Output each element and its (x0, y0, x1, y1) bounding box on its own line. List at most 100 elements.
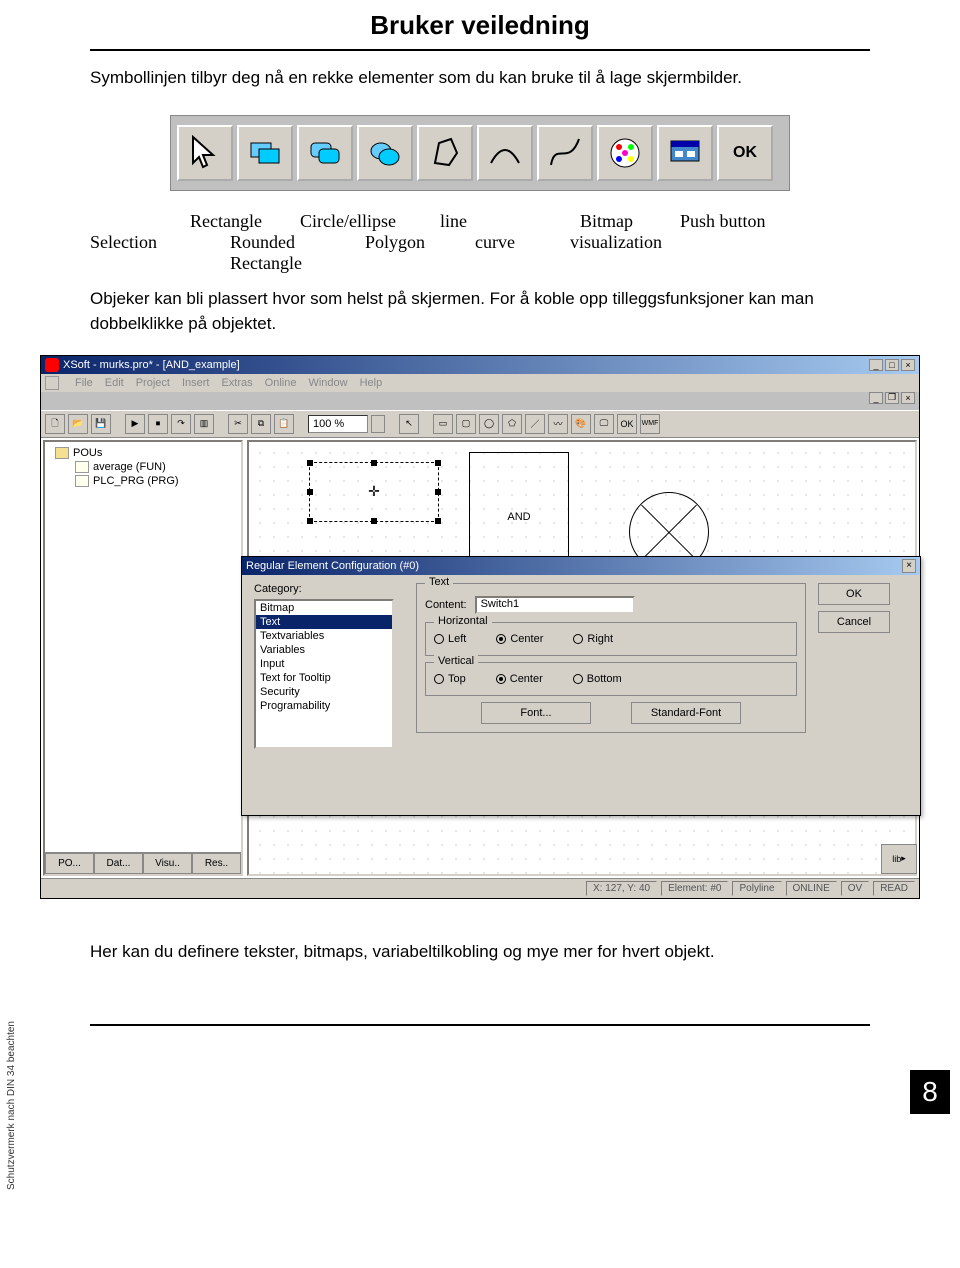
tab-visu[interactable]: Visu.. (143, 853, 192, 874)
menu-project[interactable]: Project (136, 377, 170, 389)
menu-extras[interactable]: Extras (221, 377, 252, 389)
app-toolbar: 🗋 📂 💾 ▶ ⏹ ↷ ▥ ✂ ⧉ 📋 100 % ↖ ▭ ▢ ◯ ⬠ ／ 〰 … (41, 410, 919, 438)
toolbar-stop-icon[interactable]: ⏹ (148, 414, 168, 434)
menu-file[interactable]: File (75, 377, 93, 389)
tab-datatypes[interactable]: Dat... (94, 853, 143, 874)
tool-ok-icon[interactable]: OK (617, 414, 637, 434)
circle-ellipse-icon (357, 125, 413, 181)
ok-button[interactable]: OK (818, 583, 890, 605)
radio-right[interactable]: Right (573, 633, 613, 645)
tab-resources[interactable]: Res.. (192, 853, 241, 874)
label-bitmap: Bitmap (580, 211, 680, 232)
toolbar-new-icon[interactable]: 🗋 (45, 414, 65, 434)
mdi-restore[interactable]: ❐ (885, 392, 899, 404)
tool-rrect-icon[interactable]: ▢ (456, 414, 476, 434)
mdi-icon (45, 376, 59, 390)
menu-insert[interactable]: Insert (182, 377, 210, 389)
maximize-button[interactable]: □ (885, 359, 899, 371)
font-button[interactable]: Font... (481, 702, 591, 724)
list-item[interactable]: Security (256, 685, 392, 699)
dialog-titlebar: Regular Element Configuration (#0) × (242, 557, 920, 575)
tool-vis-icon[interactable]: 🖵 (594, 414, 614, 434)
tab-pous[interactable]: PO... (45, 853, 94, 874)
list-item[interactable]: Bitmap (256, 601, 392, 615)
project-tree-panel: POUs average (FUN) PLC_PRG (PRG) PO... D… (43, 440, 243, 876)
bottom-paragraph: Her kan du definere tekster, bitmaps, va… (90, 939, 870, 965)
tool-curve-icon[interactable]: 〰 (548, 414, 568, 434)
tree-root[interactable]: POUs (49, 446, 237, 460)
scroll-corner[interactable]: lib ▸ (881, 844, 917, 874)
status-element: Element: #0 (661, 881, 728, 896)
tool-line-icon[interactable]: ／ (525, 414, 545, 434)
radio-center-h[interactable]: Center (496, 633, 543, 645)
zoom-input[interactable]: 100 % (308, 415, 368, 433)
line-icon (477, 125, 533, 181)
canvas-selected-rect[interactable]: ✛ (309, 462, 439, 522)
toolbar-step-icon[interactable]: ↷ (171, 414, 191, 434)
mdi-minimize[interactable]: _ (869, 392, 883, 404)
list-item[interactable]: Text for Tooltip (256, 671, 392, 685)
toolbar-cut-icon[interactable]: ✂ (228, 414, 248, 434)
label-selection: Selection (90, 232, 190, 274)
cancel-button[interactable]: Cancel (818, 611, 890, 633)
toolbar-open-icon[interactable]: 📂 (68, 414, 88, 434)
tool-bitmap-icon[interactable]: 🎨 (571, 414, 591, 434)
radio-top[interactable]: Top (434, 673, 466, 685)
rounded-rectangle-icon (297, 125, 353, 181)
menu-edit[interactable]: Edit (105, 377, 124, 389)
content-input[interactable]: Switch1 (475, 596, 635, 614)
mdi-child-buttons: _ ❐ × (41, 392, 919, 410)
mdi-close[interactable]: × (901, 392, 915, 404)
menu-online[interactable]: Online (265, 377, 297, 389)
file-icon (75, 475, 89, 487)
tool-rect-icon[interactable]: ▭ (433, 414, 453, 434)
tool-ellipse-icon[interactable]: ◯ (479, 414, 499, 434)
menu-window[interactable]: Window (308, 377, 347, 389)
radio-bottom[interactable]: Bottom (573, 673, 622, 685)
label-rounded-rectangle: Rounded Rectangle (230, 232, 340, 274)
radio-center-v[interactable]: Center (496, 673, 543, 685)
status-polyline: Polyline (732, 881, 781, 896)
list-item[interactable]: Textvariables (256, 629, 392, 643)
standard-font-button[interactable]: Standard-Font (631, 702, 741, 724)
tree-item[interactable]: PLC_PRG (PRG) (49, 474, 237, 488)
label-circle-ellipse: Circle/ellipse (300, 211, 440, 232)
horizontal-legend: Horizontal (434, 615, 492, 627)
minimize-button[interactable]: _ (869, 359, 883, 371)
intro-paragraph: Symbollinjen tilbyr deg nå en rekke elem… (90, 65, 870, 91)
menu-help[interactable]: Help (360, 377, 383, 389)
dialog-close-button[interactable]: × (902, 559, 916, 573)
xsoft-window: XSoft - murks.pro* - [AND_example] _ □ ×… (40, 355, 920, 899)
page-title: Bruker veiledning (0, 10, 960, 41)
tool-select-icon[interactable]: ↖ (399, 414, 419, 434)
toolbar-run-icon[interactable]: ▶ (125, 414, 145, 434)
center-cross-icon: ✛ (368, 486, 380, 498)
list-item[interactable]: Variables (256, 643, 392, 657)
toolbar-copy-icon[interactable]: ⧉ (251, 414, 271, 434)
rectangle-icon (237, 125, 293, 181)
dialog-title: Regular Element Configuration (#0) (246, 560, 419, 572)
list-item[interactable]: Programability (256, 699, 392, 713)
status-xy: X: 127, Y: 40 (586, 881, 657, 896)
radio-label: Right (587, 633, 613, 645)
label-visualization: visualization (570, 232, 710, 274)
zoom-dropdown-icon[interactable] (371, 415, 385, 433)
vertical-fieldset: Vertical Top Center Bottom (425, 662, 797, 696)
toolbar-save-icon[interactable]: 💾 (91, 414, 111, 434)
side-note: Schutzvermerk nach DIN 34 beachten (6, 1021, 17, 1190)
tool-wmf-icon[interactable]: WMF (640, 414, 660, 434)
toolbar-module-icon[interactable]: ▥ (194, 414, 214, 434)
category-listbox[interactable]: Bitmap Text Textvariables Variables Inpu… (254, 599, 394, 749)
close-button[interactable]: × (901, 359, 915, 371)
toolbar-labels: Rectangle Circle/ellipse line Bitmap Pus… (90, 211, 870, 274)
folder-icon (55, 447, 69, 459)
list-item[interactable]: Text (256, 615, 392, 629)
tree-item[interactable]: average (FUN) (49, 460, 237, 474)
toolbar-paste-icon[interactable]: 📋 (274, 414, 294, 434)
titlebar: XSoft - murks.pro* - [AND_example] _ □ × (41, 356, 919, 374)
list-item[interactable]: Input (256, 657, 392, 671)
curve-icon (537, 125, 593, 181)
tool-polygon-icon[interactable]: ⬠ (502, 414, 522, 434)
radio-left[interactable]: Left (434, 633, 466, 645)
label-push-button: Push button (680, 211, 820, 232)
